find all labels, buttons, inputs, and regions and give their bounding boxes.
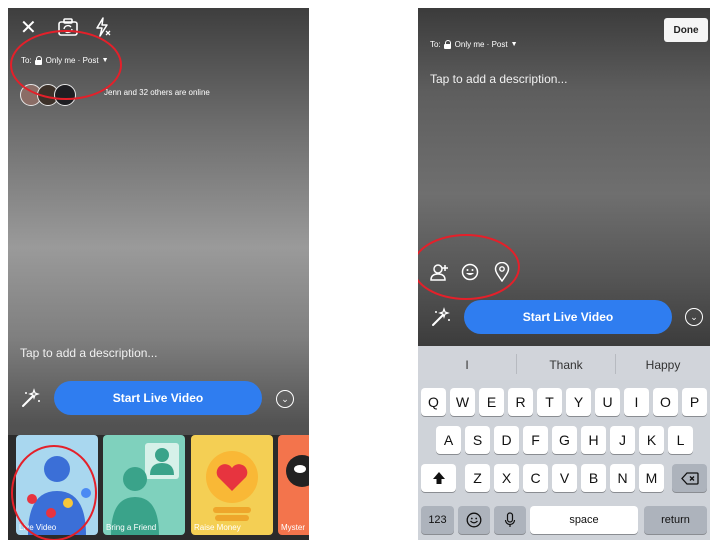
done-button[interactable]: Done <box>664 18 708 42</box>
audience-to-label: To: <box>430 40 441 49</box>
key-r[interactable]: R <box>508 388 533 416</box>
mystery-illustration <box>286 455 309 487</box>
flash-off-icon[interactable] <box>94 17 112 37</box>
card-label: Bring a Friend <box>106 523 157 532</box>
space-key[interactable]: space <box>530 506 638 534</box>
key-b[interactable]: B <box>581 464 606 492</box>
chevron-down-icon[interactable]: ⌄ <box>685 308 703 326</box>
key-z[interactable]: Z <box>465 464 490 492</box>
card-label: Myster <box>281 523 305 532</box>
caret-down-icon: ▼ <box>510 41 518 48</box>
audience-value: Only me · Post <box>454 40 508 49</box>
backspace-key[interactable] <box>672 464 707 492</box>
highlight-ring <box>10 30 122 100</box>
key-q[interactable]: Q <box>421 388 446 416</box>
key-s[interactable]: S <box>465 426 490 454</box>
description-input[interactable]: Tap to add a description... <box>20 346 157 360</box>
key-h[interactable]: H <box>581 426 606 454</box>
key-p[interactable]: P <box>682 388 707 416</box>
key-w[interactable]: W <box>450 388 475 416</box>
key-a[interactable]: A <box>436 426 461 454</box>
key-d[interactable]: D <box>494 426 519 454</box>
key-v[interactable]: V <box>552 464 577 492</box>
microphone-icon <box>504 512 516 527</box>
dictation-key[interactable] <box>494 506 526 534</box>
key-f[interactable]: F <box>523 426 548 454</box>
card-mystery[interactable]: Myster <box>278 435 309 535</box>
description-input[interactable]: Tap to add a description... <box>430 72 567 86</box>
key-j[interactable]: J <box>610 426 635 454</box>
lock-icon <box>443 40 452 49</box>
shift-icon <box>432 472 445 484</box>
key-k[interactable]: K <box>639 426 664 454</box>
raise-money-illustration <box>206 451 258 521</box>
key-e[interactable]: E <box>479 388 504 416</box>
return-key[interactable]: return <box>644 506 707 534</box>
magic-wand-icon[interactable] <box>430 306 452 328</box>
start-live-video-button[interactable]: Start Live Video <box>54 381 262 415</box>
audience-selector[interactable]: To: Only me · Post ▼ <box>430 40 518 49</box>
suggestion-item[interactable]: Happy <box>616 358 710 372</box>
key-l[interactable]: L <box>668 426 693 454</box>
numbers-key[interactable]: 123 <box>421 506 454 534</box>
suggestion-item[interactable]: Thank <box>517 358 615 372</box>
card-raise-money[interactable]: Raise Money <box>191 435 273 535</box>
highlight-ring <box>11 445 97 540</box>
right-screen: Done To: Only me · Post ▼ Tap to add a d… <box>418 8 710 540</box>
key-g[interactable]: G <box>552 426 577 454</box>
online-status-text: Jenn and 32 others are online <box>104 88 210 97</box>
key-x[interactable]: X <box>494 464 519 492</box>
start-live-video-button[interactable]: Start Live Video <box>464 300 672 334</box>
backspace-icon <box>680 471 699 485</box>
magic-wand-icon[interactable] <box>20 387 42 409</box>
card-bring-a-friend[interactable]: Bring a Friend <box>103 435 185 535</box>
left-screen: ✕ To: Only me · Post ▼ Jenn and 32 other… <box>8 8 309 540</box>
key-t[interactable]: T <box>537 388 562 416</box>
emoji-icon <box>466 512 482 528</box>
bring-a-friend-illustration <box>111 443 179 535</box>
suggestion-item[interactable]: I <box>418 358 516 372</box>
key-o[interactable]: O <box>653 388 678 416</box>
key-i[interactable]: I <box>624 388 649 416</box>
key-u[interactable]: U <box>595 388 620 416</box>
key-y[interactable]: Y <box>566 388 591 416</box>
chevron-down-icon[interactable]: ⌄ <box>276 390 294 408</box>
emoji-key[interactable] <box>458 506 490 534</box>
card-label: Raise Money <box>194 523 241 532</box>
predictive-text-bar: I Thank Happy <box>418 346 710 380</box>
shift-key[interactable] <box>421 464 456 492</box>
key-c[interactable]: C <box>523 464 548 492</box>
key-n[interactable]: N <box>610 464 635 492</box>
key-m[interactable]: M <box>639 464 664 492</box>
